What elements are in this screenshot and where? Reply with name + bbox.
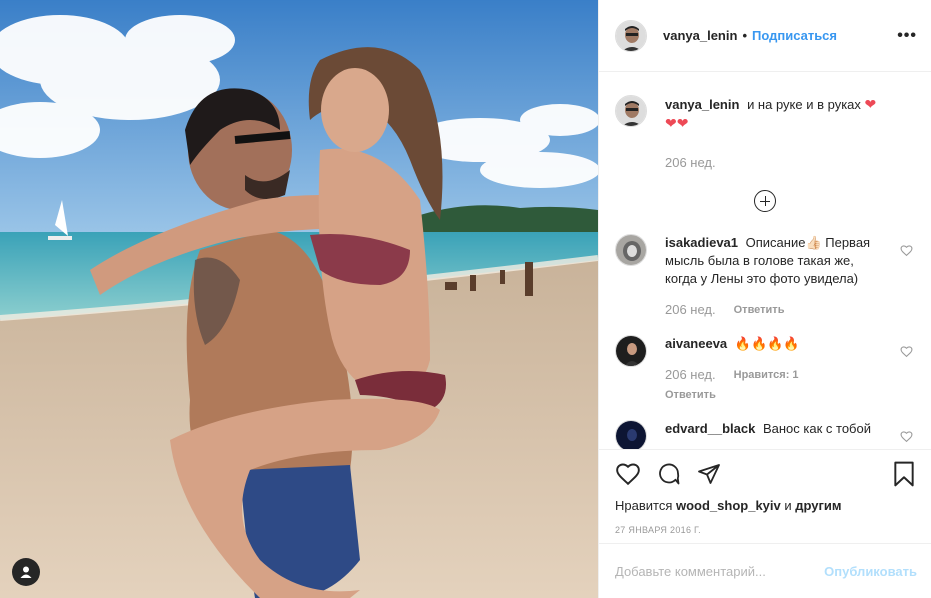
comment-body: isakadieva1 Описание👍🏻 Первая мысль была… [665,234,915,319]
author-username[interactable]: vanya_lenin [663,28,737,43]
likes-others-button[interactable]: другим [795,498,841,513]
comment-like-heart-icon[interactable] [900,345,913,358]
reply-button[interactable]: Ответить [734,301,785,319]
likes-prefix: Нравится [615,498,673,513]
likes-summary: Нравится wood_shop_kyiv и другим [615,498,915,513]
caption-meta: 206 нед. [665,154,885,172]
paper-plane-icon [698,464,720,484]
comment-likes-count[interactable]: Нравится: 1 [734,366,799,384]
comment-input[interactable] [615,563,825,579]
comment-username[interactable]: edvard__black [665,421,755,436]
author-avatar[interactable] [615,19,647,52]
comment-like-heart-icon[interactable] [900,430,913,443]
caption-avatar[interactable] [615,95,647,127]
user-silhouette-icon [20,566,32,578]
caption-time[interactable]: 206 нед. [665,154,716,172]
caption: vanya_lenin и на руке и в руках ❤❤❤ 206 … [615,95,915,172]
comment-like-heart-icon[interactable] [900,244,913,257]
speech-bubble-icon [659,463,680,485]
post-side-panel: vanya_lenin • Подписаться ••• vanya_leni… [598,0,931,598]
comment-button[interactable] [657,462,681,486]
save-button[interactable] [893,461,915,487]
comment-username[interactable]: aivaneeva [665,336,727,351]
commenter-avatar[interactable] [615,234,647,266]
like-button[interactable] [615,462,641,486]
comment-time[interactable]: 206 нед. [665,301,716,319]
post-date[interactable]: 27 ЯНВАРЯ 2016 Г. [615,525,915,535]
more-options-button[interactable]: ••• [897,27,917,45]
caption-username[interactable]: vanya_lenin [665,97,739,112]
avatar-image [616,421,646,449]
comment-body: edvard__black Ванос как с тобой [665,420,915,449]
publish-button[interactable]: Опубликовать [824,564,917,579]
commenter-avatar[interactable] [615,335,647,367]
caption-body: vanya_lenin и на руке и в руках ❤❤❤ 206 … [665,95,915,172]
load-more-comments-button[interactable] [754,190,776,212]
comment-text: 🔥🔥🔥🔥 [734,336,800,351]
avatar-image [616,235,646,265]
comment-username[interactable]: isakadieva1 [665,235,738,250]
comment-item: edvard__black Ванос как с тобой [615,420,915,449]
avatar-image [616,336,646,366]
likes-conjunction: и [784,498,792,513]
bookmark-icon [894,461,914,487]
post-header: vanya_lenin • Подписаться ••• [599,0,931,72]
follow-button[interactable]: Подписаться [752,28,837,43]
avatar-image [616,96,646,126]
action-buttons-row [615,460,915,488]
comment-time[interactable]: 206 нед. [665,366,716,384]
caption-text: и на руке и в руках [747,97,861,112]
share-button[interactable] [697,462,721,486]
separator-dot: • [742,28,747,43]
comment-item: isakadieva1 Описание👍🏻 Первая мысль была… [615,234,915,319]
comment-item: aivaneeva 🔥🔥🔥🔥 206 нед. Нравится: 1 Отве… [615,335,915,404]
post-photo[interactable] [0,0,598,598]
comment-meta: 206 нед. Нравится: 1 [665,366,885,384]
comment-body: aivaneeva 🔥🔥🔥🔥 206 нед. Нравится: 1 Отве… [665,335,915,404]
likes-user[interactable]: wood_shop_kyiv [676,498,781,513]
comments-list[interactable]: vanya_lenin и на руке и в руках ❤❤❤ 206 … [599,73,931,449]
add-comment-bar: Опубликовать [599,543,931,598]
tagged-users-button[interactable] [12,558,40,586]
avatar-image [616,20,646,51]
reply-button[interactable]: Ответить [665,386,885,404]
post-actions: Нравится wood_shop_kyiv и другим 27 ЯНВА… [599,449,931,535]
commenter-avatar[interactable] [615,420,647,449]
comment-meta: 206 нед. Ответить [665,301,885,319]
heart-outline-icon [616,463,640,486]
comment-text: Ванос как с тобой [762,421,871,436]
beach-photo-illustration [0,0,598,598]
